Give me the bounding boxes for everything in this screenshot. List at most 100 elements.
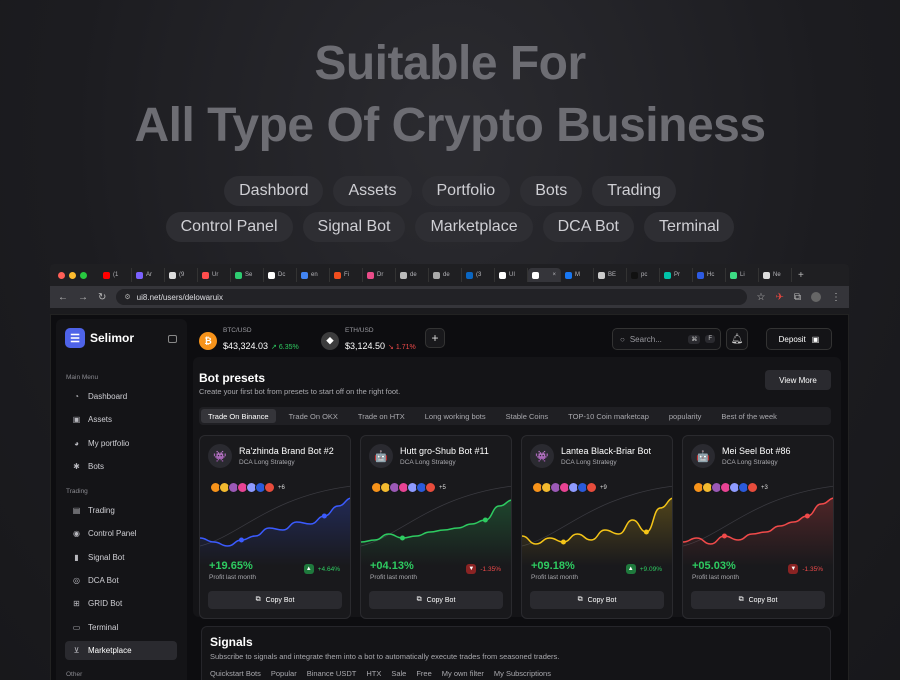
notifications-button[interactable]: 🔔︎ [726,328,748,350]
browser-tab[interactable]: Se [231,268,264,282]
bot-card[interactable]: 👾 Ra'zhinda Brand Bot #2 DCA Long Strategy… [199,435,351,619]
copy-bot-button[interactable]: ⧉ Copy Bot [208,591,342,609]
preset-tab[interactable]: Best of the week [714,409,783,423]
new-tab-icon[interactable]: + [798,270,804,281]
preset-tab[interactable]: Stable Coins [499,409,556,423]
bot-avatar: 👾 [530,444,554,468]
preset-tab[interactable]: popularity [662,409,709,423]
copy-bot-label: Copy Bot [587,596,617,604]
signal-tab[interactable]: HTX [366,669,381,678]
reload-icon[interactable]: ↻ [98,292,106,303]
browser-tab[interactable]: M [561,268,594,282]
bookmark-star-icon[interactable]: ☆ [757,292,766,303]
url-field[interactable]: ⚙ ui8.net/users/delowaruix [116,289,747,305]
browser-tab[interactable]: UI [495,268,528,282]
browser-tab[interactable]: Pr [660,268,693,282]
browser-tab[interactable]: de [429,268,462,282]
browser-tab[interactable]: en [297,268,330,282]
browser-tab[interactable]: BE [594,268,627,282]
browser-tab[interactable]: Fi [330,268,363,282]
feature-chip: Marketplace [415,212,533,242]
brand-logo[interactable]: ☰ Selimor [65,328,134,348]
preset-tab[interactable]: Trade on HTX [351,409,412,423]
eth-change: ↘ 1.71% [388,344,416,351]
view-more-button[interactable]: View More [765,370,831,390]
signals-title: Signals [210,635,253,649]
bot-strategy: DCA Long Strategy [722,459,778,466]
signal-tab[interactable]: Free [416,669,431,678]
sidebar-item-bots[interactable]: ✱ Bots [65,457,177,476]
sidebar-item-terminal[interactable]: ▭ Terminal [65,618,177,637]
more-coins-count: +9 [600,484,607,491]
sidebar-item-marketplace[interactable]: ⊻ Marketplace [65,640,177,660]
browser-tab[interactable]: pc [627,268,660,282]
extensions-puzzle-icon[interactable]: ⧉ [794,292,801,303]
copy-bot-button[interactable]: ⧉ Copy Bot [530,591,664,609]
sidebar-item-dashboard[interactable]: ◔ Dashboard [65,387,177,406]
browser-tab[interactable]: Ur [198,268,231,282]
sidebar-item-control-panel[interactable]: ◉ Control Panel [65,524,177,543]
signal-tab[interactable]: Quickstart Bots [210,669,261,678]
browser-tab[interactable]: Hc [693,268,726,282]
forward-icon[interactable]: → [78,292,88,303]
tab-close-icon[interactable]: × [552,272,556,278]
preset-tab[interactable]: Trade On Binance [201,409,276,423]
browser-tab[interactable]: × [528,268,561,282]
browser-tab[interactable]: de [396,268,429,282]
extension-icon[interactable]: ✈ [775,292,783,303]
copy-icon: ⧉ [255,596,261,603]
preset-tab[interactable]: Long working bots [418,409,493,423]
browser-tab[interactable]: Ne [759,268,792,282]
tab-favicon-icon [598,271,605,279]
copy-bot-button[interactable]: ⧉ Copy Bot [369,591,503,609]
minimize-window-icon[interactable] [69,271,76,279]
deposit-button[interactable]: Deposit ▣ [766,328,832,350]
copy-bot-label: Copy Bot [265,596,295,604]
close-window-icon[interactable] [58,271,65,279]
sidebar-item-grid-bot[interactable]: ⊞ GRID Bot [65,594,177,613]
site-info-icon[interactable]: ⚙ [124,293,130,301]
eth-ticker[interactable]: ◆ ETH/USD $3,124.50 ↘ 1.71% [321,327,416,354]
signal-tab[interactable]: Sale [391,669,406,678]
back-icon[interactable]: ← [58,292,68,303]
bot-strategy: DCA Long Strategy [239,459,295,466]
copy-bot-button[interactable]: ⧉ Copy Bot [691,591,825,609]
signal-tab[interactable]: Binance USDT [307,669,357,678]
browser-tab[interactable]: Dr [363,268,396,282]
sidebar-item-assets[interactable]: ▣ Assets [65,410,177,429]
sidebar-item-dca-bot[interactable]: ◎ DCA Bot [65,571,177,590]
browser-tab[interactable]: Dc [264,268,297,282]
profile-avatar[interactable] [811,292,821,302]
tab-favicon-icon [565,271,572,279]
maximize-window-icon[interactable] [80,271,87,279]
signal-tab[interactable]: My own filter [442,669,484,678]
feature-chips-row2: Control Panel Signal Bot Marketplace DCA Bo… [0,212,900,242]
sidebar-item-signal-bot[interactable]: ▮ Signal Bot [65,548,177,567]
sidebar-item-trading[interactable]: ▤ Trading [65,501,177,520]
browser-tab[interactable]: (1 [99,268,132,282]
signal-tab[interactable]: Popular [271,669,297,678]
bot-card[interactable]: 🤖 Hutt gro-Shub Bot #11 DCA Long Strategy +… [360,435,512,619]
browser-menu-icon[interactable]: ⋮ [831,292,841,303]
preset-tab[interactable]: TOP-10 Coin marketcap [561,409,656,423]
preset-tab[interactable]: Trade On OKX [282,409,345,423]
bot-card[interactable]: 🤖 Mei Seel Bot #86 DCA Long Strategy +3 +05.… [682,435,834,619]
browser-tab[interactable]: (3 [462,268,495,282]
signal-tab[interactable]: My Subscriptions [494,669,551,678]
search-input[interactable]: ○ Search... ⌘ F [612,328,721,350]
sparkline-point [721,533,727,539]
coin-icon [264,482,275,493]
sidebar-item-my-portfolio[interactable]: ◕ My portfolio [65,434,177,453]
tab-title: BE [608,272,617,278]
more-coins-count: +6 [278,484,285,491]
signal-tabs: Quickstart Bots Popular Binance USDT HTX Sal… [210,669,551,678]
add-ticker-button[interactable]: + [425,328,445,348]
browser-tab[interactable]: Ar [132,268,165,282]
browser-tab[interactable]: (9 [165,268,198,282]
tab-title: en [311,272,318,278]
btc-ticker[interactable]: ₿ BTC/USD $43,324.03 ↗ 6.35% [199,327,299,354]
bot-card[interactable]: 👾 Lantea Black-Briar Bot DCA Long Strategy… [521,435,673,619]
arrow-up-icon: ▲ [303,564,314,574]
sidebar-collapse-icon[interactable] [168,335,177,343]
browser-tab[interactable]: Li [726,268,759,282]
